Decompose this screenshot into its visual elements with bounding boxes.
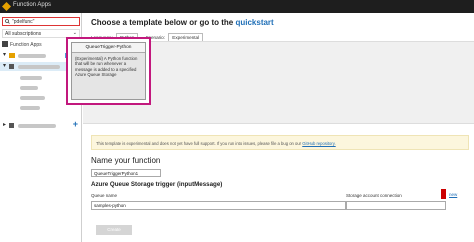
function-icon <box>9 64 14 69</box>
app-title: Function Apps <box>13 2 52 8</box>
github-link[interactable]: GitHub repository. <box>302 141 335 146</box>
create-button[interactable]: Create <box>96 225 132 235</box>
search-value: "pdelfunc" <box>12 19 35 25</box>
redacted-label <box>20 106 40 110</box>
chevron-down-icon: ▾ <box>3 52 7 58</box>
name-heading: Name your function <box>91 156 161 165</box>
template-title: QueueTrigger-Python <box>72 43 145 53</box>
storage-label: Storage account connection <box>346 193 402 198</box>
chevron-down-icon: ▾ <box>3 63 7 69</box>
function-name-input[interactable]: QueueTriggerPython1 <box>91 169 161 177</box>
function-icon <box>9 123 14 128</box>
title-bar: Function Apps <box>0 0 474 13</box>
add-function-icon[interactable]: + <box>73 119 78 129</box>
chevron-right-icon: ▸ <box>3 122 7 128</box>
tree-item-function-app-2[interactable]: ▸ + <box>0 119 81 130</box>
template-description: (Experimental) A Python function that wi… <box>75 56 138 77</box>
function-app-icon <box>2 41 8 47</box>
queue-name-label: Queue name <box>91 193 118 198</box>
template-card-inner: QueueTrigger-Python (Experimental) A Pyt… <box>71 42 146 100</box>
azure-functions-icon <box>2 2 11 11</box>
new-connection-link[interactable]: new <box>449 192 457 197</box>
chevron-down-icon: ⌄ <box>72 30 77 36</box>
experimental-banner: This template is experimental and does n… <box>91 135 469 150</box>
search-input[interactable]: "pdelfunc" <box>2 17 80 26</box>
storage-connection-select[interactable] <box>346 201 446 210</box>
redacted-label <box>18 124 56 128</box>
queue-name-input[interactable]: samples-python <box>91 201 346 210</box>
storage-error-indicator <box>441 189 446 199</box>
template-card-queuetrigger-python[interactable]: QueueTrigger-Python (Experimental) A Pyt… <box>66 37 151 105</box>
key-icon <box>9 53 15 58</box>
trigger-heading: Azure Queue Storage trigger (inputMessag… <box>91 181 223 188</box>
search-icon <box>5 19 10 24</box>
redacted-label <box>18 65 60 69</box>
function-apps-header[interactable]: Function Apps <box>2 41 42 48</box>
subscription-value: All subscriptions <box>5 31 42 37</box>
banner-text: This template is experimental and does n… <box>96 141 302 146</box>
function-apps-label: Function Apps <box>10 42 42 48</box>
redacted-label <box>20 86 38 90</box>
redacted-label <box>20 96 45 100</box>
redacted-label <box>18 54 46 58</box>
heading-text: Choose a template below or go to the <box>91 18 234 27</box>
quickstart-link[interactable]: quickstart <box>235 18 273 27</box>
redacted-label <box>20 76 42 80</box>
page-title: Choose a template below or go to the qui… <box>91 18 274 27</box>
